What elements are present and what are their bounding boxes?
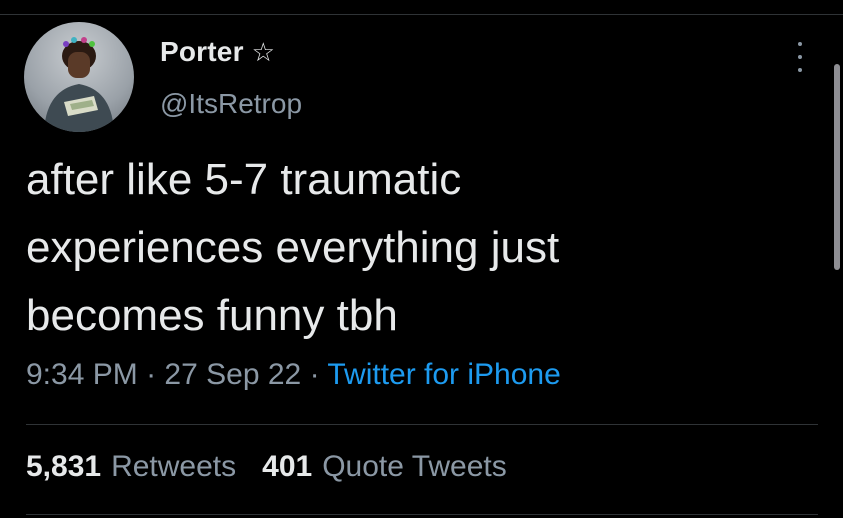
meta-separator: · [309,358,320,391]
quote-tweets-count: 401 [262,450,313,483]
retweets-count: 5,831 [26,450,102,483]
avatar[interactable] [24,22,134,132]
display-name[interactable]: Porter [160,36,244,68]
retweets-stat[interactable]: 5,831 Retweets [26,450,236,484]
stats-bottom-divider [26,514,818,515]
tweet-date[interactable]: 27 Sep 22 [164,358,301,391]
retweets-label: Retweets [111,450,237,483]
tweet-text-line: experiences everything just [26,223,560,272]
scrollbar[interactable] [834,64,840,270]
meta-separator: · [146,358,157,391]
tweet-text: after like 5-7 traumatic experiences eve… [26,146,786,350]
user-handle[interactable]: @ItsRetrop [160,88,302,120]
more-options-icon[interactable] [792,42,808,72]
top-divider [0,14,843,15]
star-outline-icon: ☆ [251,37,275,67]
tweet-meta: 9:34 PM · 27 Sep 22 · Twitter for iPhone [26,358,561,392]
stats-top-divider [26,424,818,425]
tweet-text-line: becomes funny tbh [26,291,398,340]
author-name-row[interactable]: Porter ☆ [160,36,275,68]
tweet-time[interactable]: 9:34 PM [26,358,138,391]
quote-tweets-stat[interactable]: 401 Quote Tweets [262,450,507,484]
avatar-photo [44,37,114,132]
tweet-text-line: after like 5-7 traumatic [26,155,462,204]
quote-tweets-label: Quote Tweets [322,450,507,483]
tweet-stats: 5,831 Retweets 401 Quote Tweets [26,450,507,484]
tweet-source-link[interactable]: Twitter for iPhone [327,358,560,391]
